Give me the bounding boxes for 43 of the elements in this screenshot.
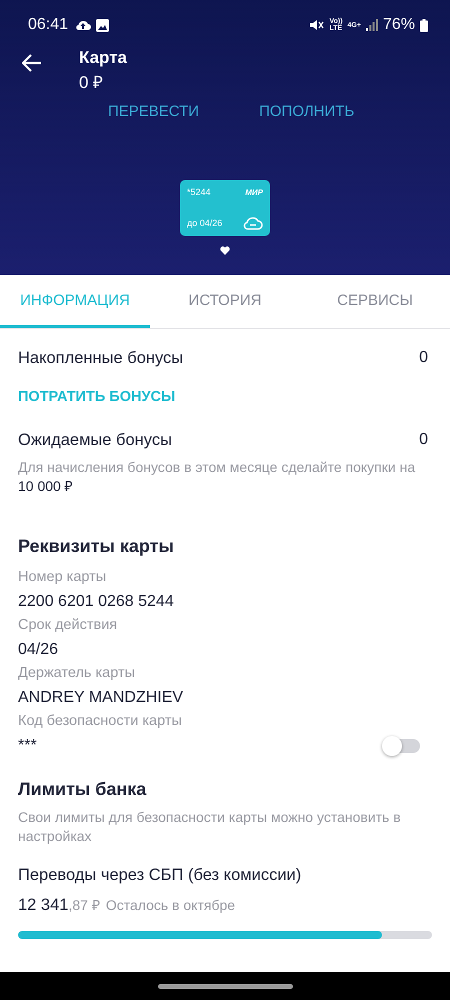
field-label: Код безопасности карты [18, 713, 183, 729]
mute-icon [310, 19, 324, 31]
field-label: Держатель карты [18, 665, 136, 681]
battery-percent: 76% [382, 16, 415, 34]
tab[interactable]: ИНФОРМАЦИЯ [0, 275, 150, 328]
limits-hint: Свои лимиты для безопасности карты можно установить в настройках [18, 808, 402, 846]
bank-card[interactable]: *5244 МИР до 04/26 [180, 180, 270, 236]
field-value: 04/26 [18, 641, 58, 659]
field-value: ANDREY MANDZHIEV [18, 689, 184, 707]
card-expiry: до 04/26 [187, 218, 222, 228]
tab[interactable]: ИСТОРИЯ [150, 275, 300, 328]
bonus-value: 0 [419, 431, 428, 450]
bonus-label: Накопленные бонусы [18, 349, 184, 368]
balance: 0 ₽ [79, 72, 104, 93]
field-label: Номер карты [18, 569, 108, 585]
bonus-hint: Для начисления бонусов в этом месяце сделайте покупки на 10 000 ₽ [18, 458, 416, 496]
bonus-value: 0 [419, 349, 428, 368]
field-value: *** [18, 737, 37, 755]
field-label: Срок действия [18, 617, 118, 633]
section-title: Лимиты банка [18, 779, 148, 800]
action-button[interactable]: ПЕРЕВЕСТИ [108, 101, 200, 122]
card-brand: МИР [245, 188, 263, 196]
home-indicator[interactable] [158, 984, 292, 988]
toggle-switch[interactable] [384, 739, 420, 753]
limit-amount: 12 341,87 ₽ [18, 895, 100, 915]
cloud-icon [243, 216, 263, 230]
spend-bonuses-link[interactable]: ПОТРАТИТЬ БОНУСЫ [18, 389, 176, 405]
action-button[interactable]: ПОПОЛНИТЬ [259, 101, 354, 122]
field-value: 2200 6201 0268 5244 [18, 593, 174, 611]
image-icon [96, 18, 110, 32]
signal-icon [366, 19, 378, 31]
heart-icon [220, 246, 230, 255]
page-title: Карта [79, 48, 127, 68]
back-arrow-icon[interactable] [22, 54, 42, 72]
limit-note: Осталось в октябре [106, 897, 236, 913]
card-number: *5244 [187, 187, 211, 197]
status-time: 06:41 [28, 16, 68, 34]
battery-icon [420, 18, 428, 32]
limit-label: Переводы через СБП (без комиссии) [18, 866, 302, 885]
section-title: Реквизиты карты [18, 536, 175, 557]
cloud-upload-icon [75, 19, 92, 31]
bonus-label: Ожидаемые бонусы [18, 431, 172, 450]
tab[interactable]: СЕРВИСЫ [300, 275, 450, 328]
